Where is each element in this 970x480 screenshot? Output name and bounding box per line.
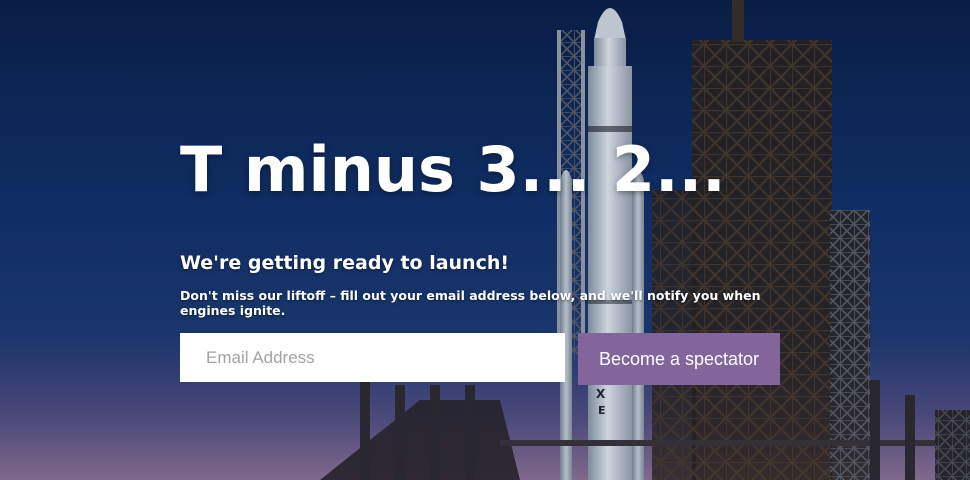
hero-description: Don't miss our liftoff – fill out your e… — [180, 288, 761, 318]
become-spectator-button[interactable]: Become a spectator — [578, 333, 780, 385]
hero-headline: T minus 3... 2... — [180, 133, 726, 206]
hero-subheading: We're getting ready to launch! — [180, 252, 510, 274]
email-input[interactable] — [180, 333, 565, 382]
signup-form: Become a spectator — [180, 333, 780, 385]
hero-section: X E T minus 3... 2... We're getting read… — [0, 0, 970, 480]
hero-content: T minus 3... 2... We're getting ready to… — [180, 130, 800, 318]
